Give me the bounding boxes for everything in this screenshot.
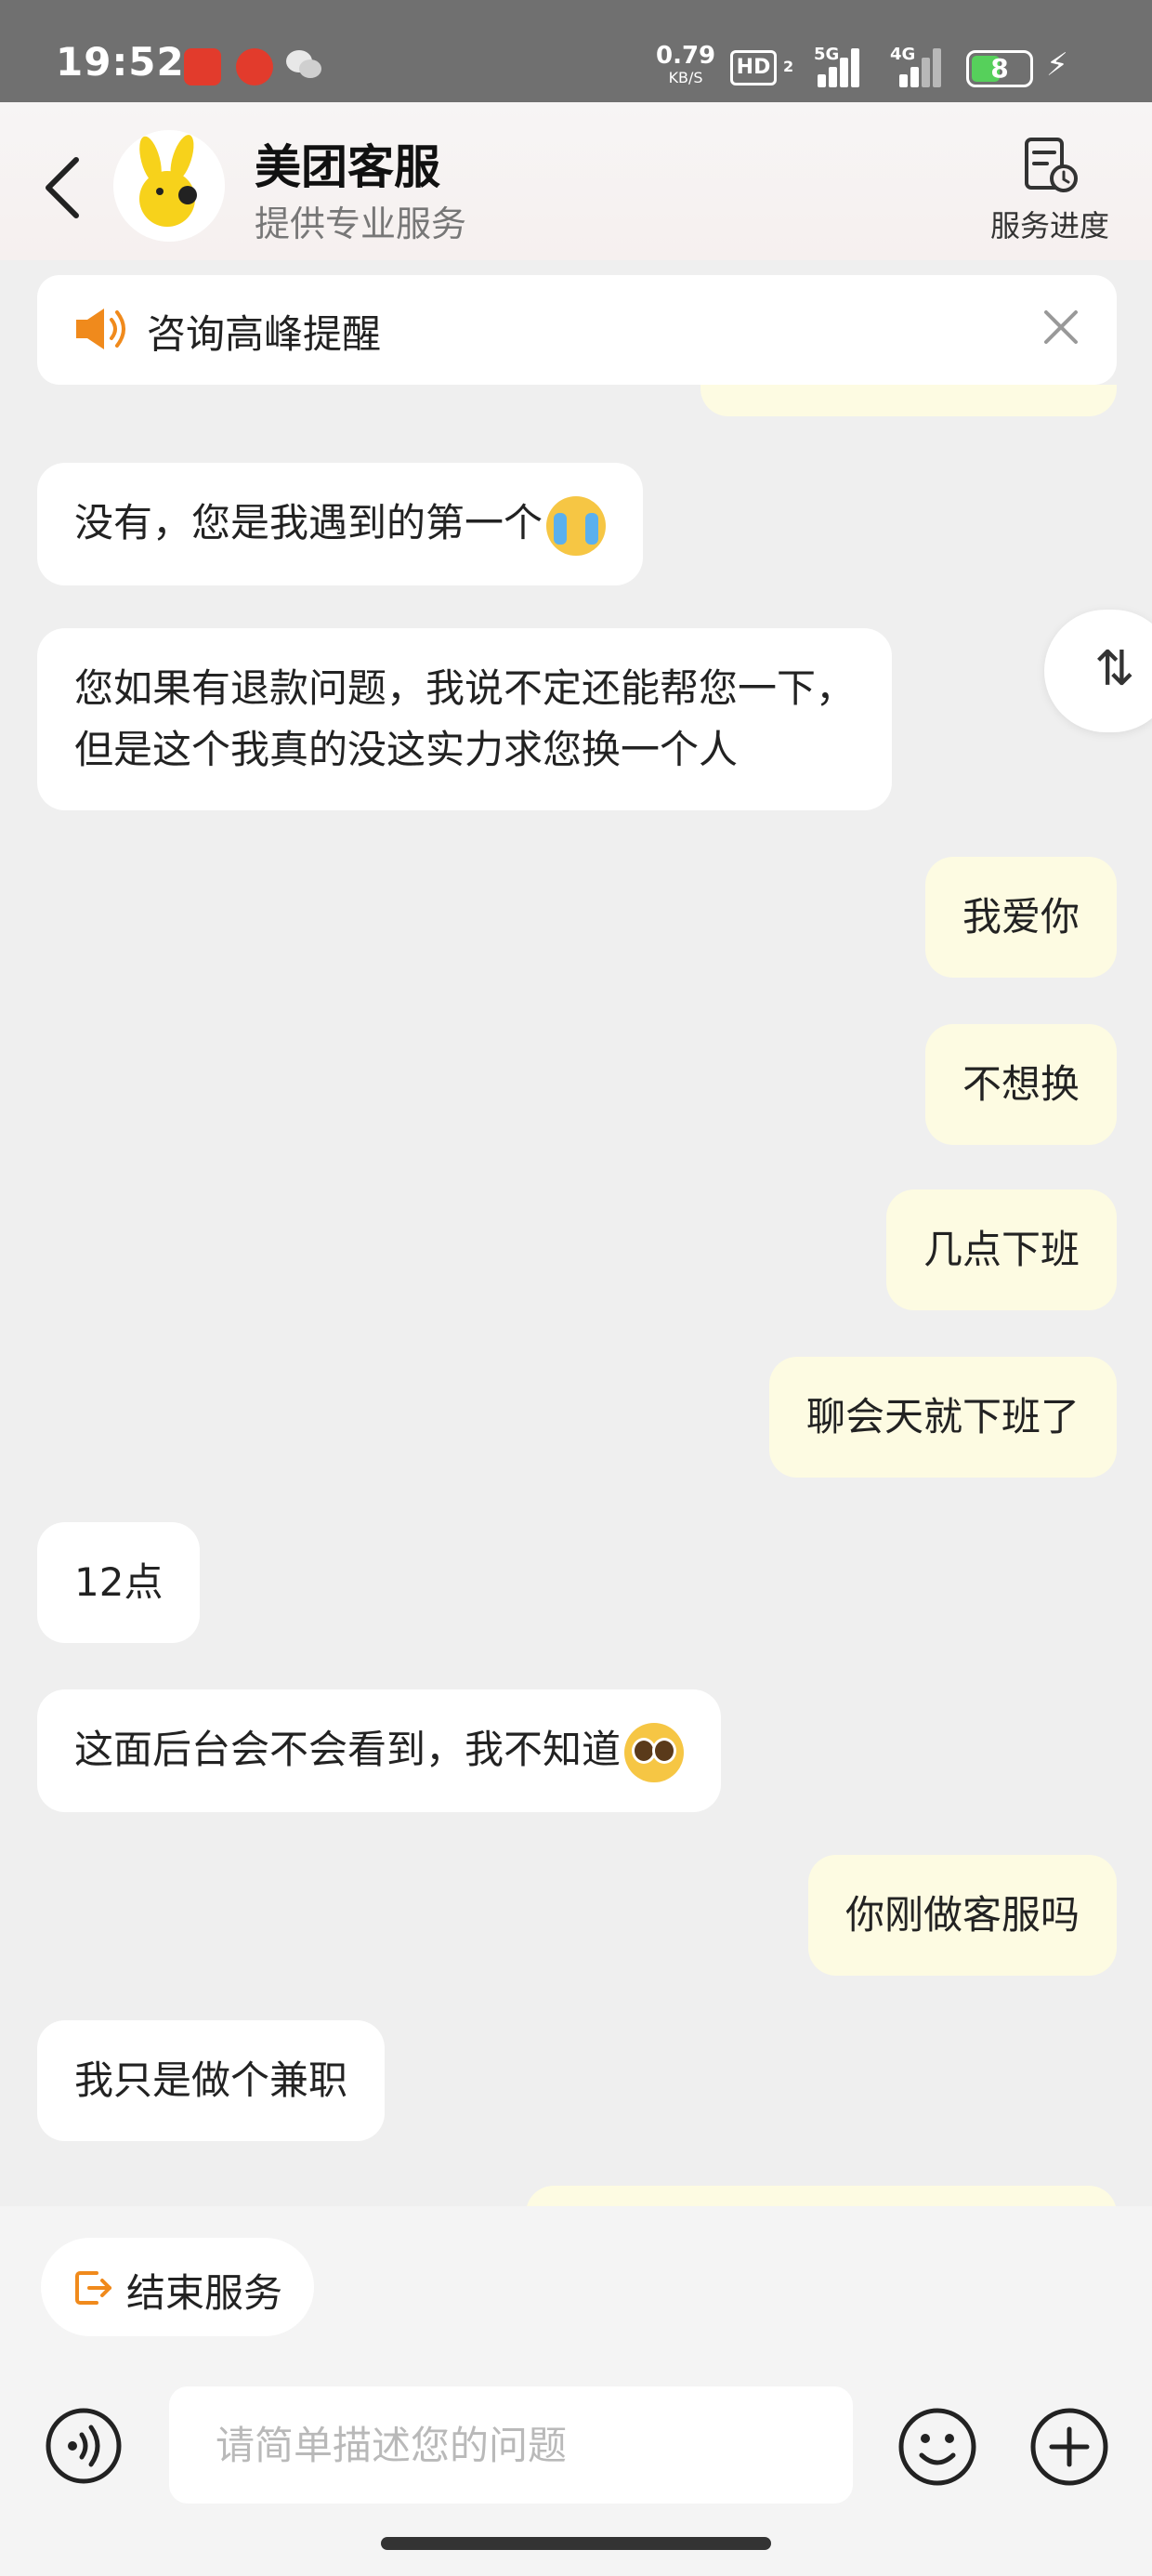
back-button[interactable]: [37, 151, 93, 225]
message-bubble-right: 不想换: [924, 1024, 1117, 1145]
notice-text: 咨询高峰提醒: [147, 311, 382, 357]
message-bubble-right: 我爱你: [924, 857, 1117, 978]
chevron-left-icon: [46, 157, 79, 218]
plus-icon[interactable]: [1029, 2407, 1109, 2487]
service-progress-button[interactable]: 服务进度: [975, 136, 1124, 247]
message-text: 几点下班: [923, 1227, 1080, 1272]
home-bar[interactable]: [381, 2537, 771, 2550]
service-progress-label: 服务进度: [989, 208, 1109, 243]
message-bubble-left: 没有，您是我遇到的第一个: [37, 463, 644, 585]
kangaroo-mascot-icon: [113, 130, 225, 242]
avatar[interactable]: [113, 130, 225, 242]
previous-message-bubble: [700, 385, 1117, 416]
message-text: 聊会天就下班了: [805, 1394, 1080, 1439]
message-text: 我爱你: [962, 894, 1080, 940]
input-bar: [0, 2359, 1152, 2526]
message-bubble-left: 12点: [37, 1522, 201, 1643]
message-input[interactable]: [169, 2386, 853, 2504]
home-indicator: [0, 2526, 1152, 2576]
document-clock-icon: [1025, 138, 1078, 192]
message-text: 我只是做个兼职: [74, 2057, 348, 2103]
network-speed-value: 0.79: [656, 42, 716, 70]
emoji-picker-icon[interactable]: [897, 2407, 977, 2487]
message-text: 12点: [74, 1559, 164, 1605]
close-icon[interactable]: [1031, 297, 1091, 357]
netease-music-icon: [236, 48, 273, 85]
end-service-label: 结束服务: [126, 2270, 283, 2316]
hd-sub: 2: [783, 58, 794, 75]
exit-icon: [75, 2271, 111, 2305]
quick-action-bar: 结束服务: [0, 2206, 1152, 2359]
message-text-line: 但是这个我真的没这实力求您换一个人: [74, 727, 739, 772]
battery-level: 8: [990, 53, 1009, 84]
message-text: 没有，您是我遇到的第一个: [74, 500, 543, 545]
signal-icon: [799, 46, 859, 87]
network-speed: 0.79 KB/S: [656, 42, 716, 89]
message-bubble-right: 几点下班: [885, 1189, 1117, 1310]
crying-emoji-icon: [546, 495, 607, 556]
scroll-toggle-button[interactable]: ⇅: [1044, 610, 1152, 732]
message-text: 不想换: [962, 1061, 1080, 1107]
chat-header: 美团客服 提供专业服务 服务进度: [0, 102, 1152, 260]
network-speed-unit: KB/S: [668, 69, 703, 86]
hd-label: HD: [736, 56, 771, 79]
message-bubble-left: 我只是做个兼职: [37, 2020, 386, 2141]
signal-icon-2: [890, 46, 946, 87]
wechat-icon: [286, 48, 323, 85]
status-time: 19:52: [56, 39, 185, 85]
message-bubble-left: 这面后台会不会看到，我不知道: [37, 1689, 722, 1812]
message-text-line: 您如果有退款问题，我说不定还能帮您一下，: [74, 665, 856, 711]
message-bubble-right: 聊会天就下班了: [768, 1357, 1117, 1478]
message-text: 你刚做客服吗: [844, 1892, 1080, 1938]
battery-icon: 8: [966, 50, 1033, 87]
pleading-emoji-icon: [624, 1722, 685, 1782]
message-text: 这面后台会不会看到，我不知道: [74, 1727, 622, 1772]
end-service-button[interactable]: 结束服务: [41, 2238, 314, 2336]
message-bubble-left: 您如果有退款问题，我说不定还能帮您一下， 但是这个我真的没这实力求您换一个人: [37, 628, 893, 810]
message-bubble-right: 你刚做客服吗: [807, 1855, 1117, 1976]
page-subtitle: 提供专业服务: [255, 204, 467, 244]
peak-notice-banner: 咨询高峰提醒: [37, 275, 1117, 385]
page-title: 美团客服: [255, 140, 440, 194]
hd-badge: HD: [730, 50, 777, 85]
status-bar: 19:52 0.79 KB/S HD 2 5G 4G 8 ⚡: [0, 0, 1152, 102]
tingshu-app-icon: [184, 48, 221, 85]
swap-vertical-icon: ⇅: [1094, 641, 1135, 697]
charging-icon: ⚡: [1046, 46, 1068, 84]
speaker-icon: [76, 309, 125, 349]
voice-input-icon[interactable]: [45, 2407, 123, 2485]
